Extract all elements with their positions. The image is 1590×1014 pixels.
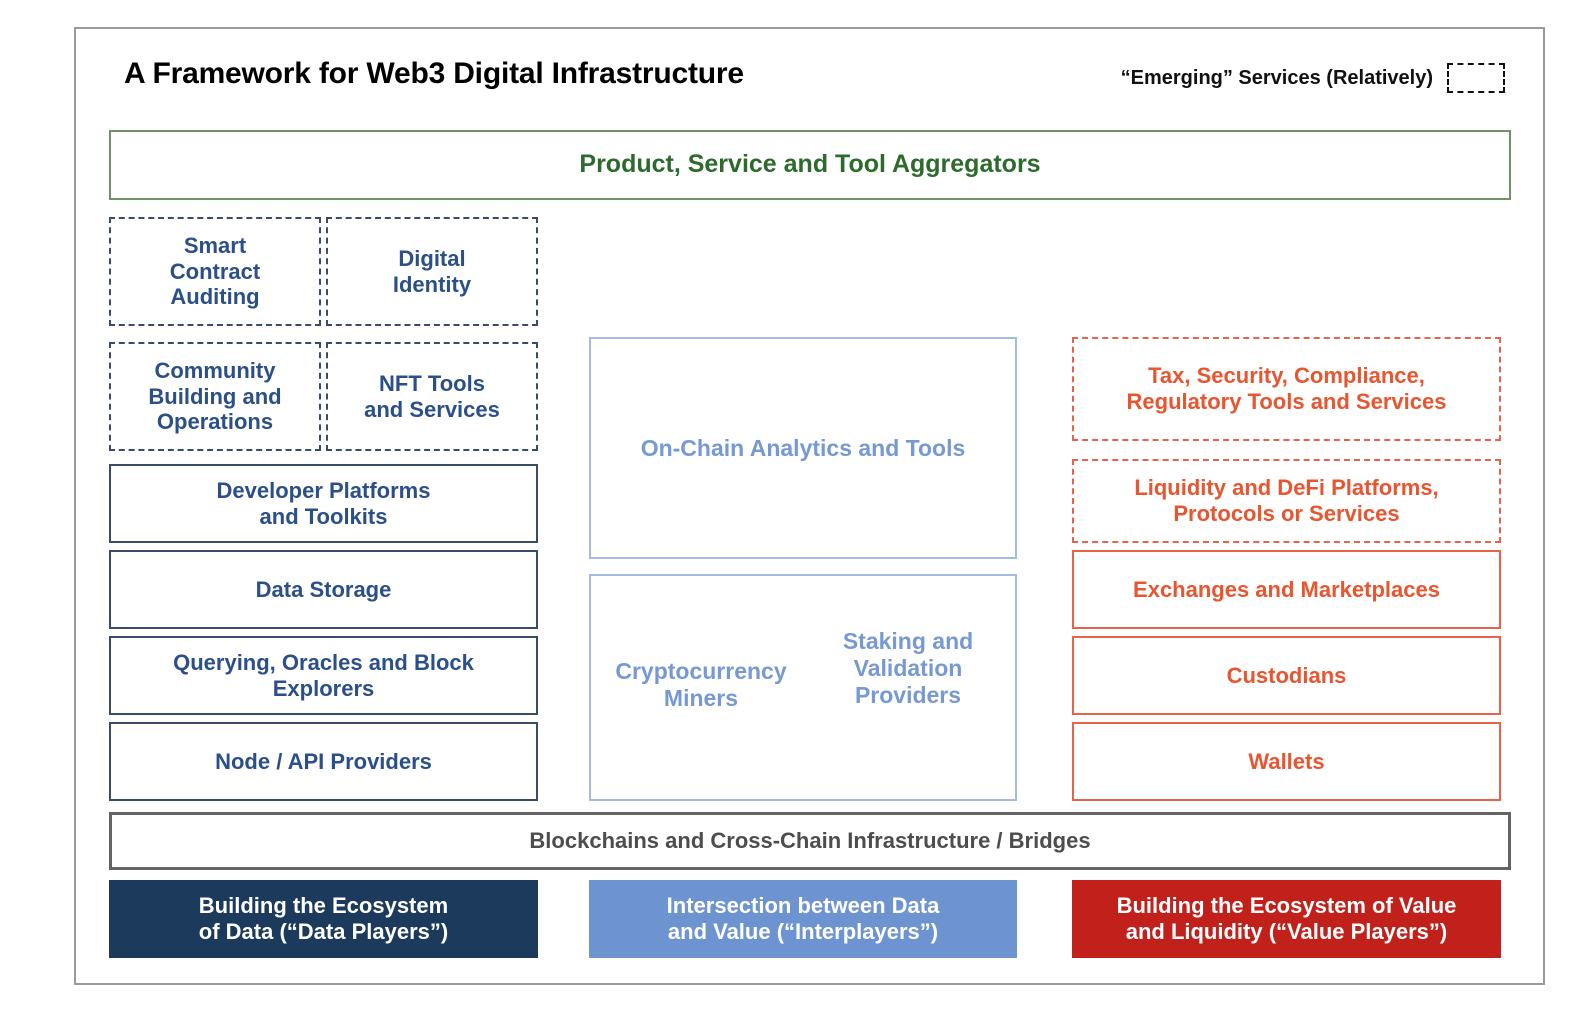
diagram-canvas: A Framework for Web3 Digital Infrastruct… <box>0 0 1590 1014</box>
box-developer-platforms-and-toolkits[interactable]: Developer Platforms and Toolkits <box>109 464 538 543</box>
box-community-building-and-operations[interactable]: Community Building and Operations <box>109 342 321 451</box>
footer-bar-data-players[interactable]: Building the Ecosystem of Data (“Data Pla… <box>109 880 538 958</box>
footer-bar-interplayers[interactable]: Intersection between Data and Value (“Int… <box>589 880 1017 958</box>
box-smart-contract-auditing[interactable]: Smart Contract Auditing <box>109 217 321 326</box>
label-cryptocurrency-miners: Cryptocurrency Miners <box>615 658 787 711</box>
box-tax-security-compliance[interactable]: Tax, Security, Compliance, Regulatory Too… <box>1072 337 1501 441</box>
box-nft-tools-and-services[interactable]: NFT Tools and Services <box>326 342 538 451</box>
box-on-chain-analytics-and-tools[interactable]: On-Chain Analytics and Tools <box>589 337 1017 559</box>
box-liquidity-and-defi-platforms[interactable]: Liquidity and DeFi Platforms, Protocols o… <box>1072 459 1501 543</box>
legend-label: “Emerging” Services (Relatively) <box>1120 66 1433 89</box>
legend-dashed-swatch-icon <box>1447 63 1505 93</box>
box-data-storage[interactable]: Data Storage <box>109 550 538 629</box>
legend: “Emerging” Services (Relatively) <box>1121 63 1505 93</box>
box-node-api-providers[interactable]: Node / API Providers <box>109 722 538 801</box>
box-custodians[interactable]: Custodians <box>1072 636 1501 715</box>
label-staking-and-validation-providers: Staking and Validation Providers <box>842 628 974 708</box>
box-querying-oracles-and-block-explorers[interactable]: Querying, Oracles and Block Explorers <box>109 636 538 715</box>
box-blockchains-and-cross-chain-infrastructure[interactable]: Blockchains and Cross-Chain Infrastructu… <box>109 812 1511 870</box>
box-digital-identity[interactable]: Digital Identity <box>326 217 538 326</box>
box-miners-and-staking[interactable]: Cryptocurrency Miners Staking and Validati… <box>589 574 1017 801</box>
box-wallets[interactable]: Wallets <box>1072 722 1501 801</box>
aggregators-bar[interactable]: Product, Service and Tool Aggregators <box>109 130 1511 200</box>
box-exchanges-and-marketplaces[interactable]: Exchanges and Marketplaces <box>1072 550 1501 629</box>
page-title: A Framework for Web3 Digital Infrastruct… <box>124 57 744 90</box>
footer-bar-value-players[interactable]: Building the Ecosystem of Value and Liqui… <box>1072 880 1501 958</box>
diagram-frame: A Framework for Web3 Digital Infrastruct… <box>74 27 1545 985</box>
